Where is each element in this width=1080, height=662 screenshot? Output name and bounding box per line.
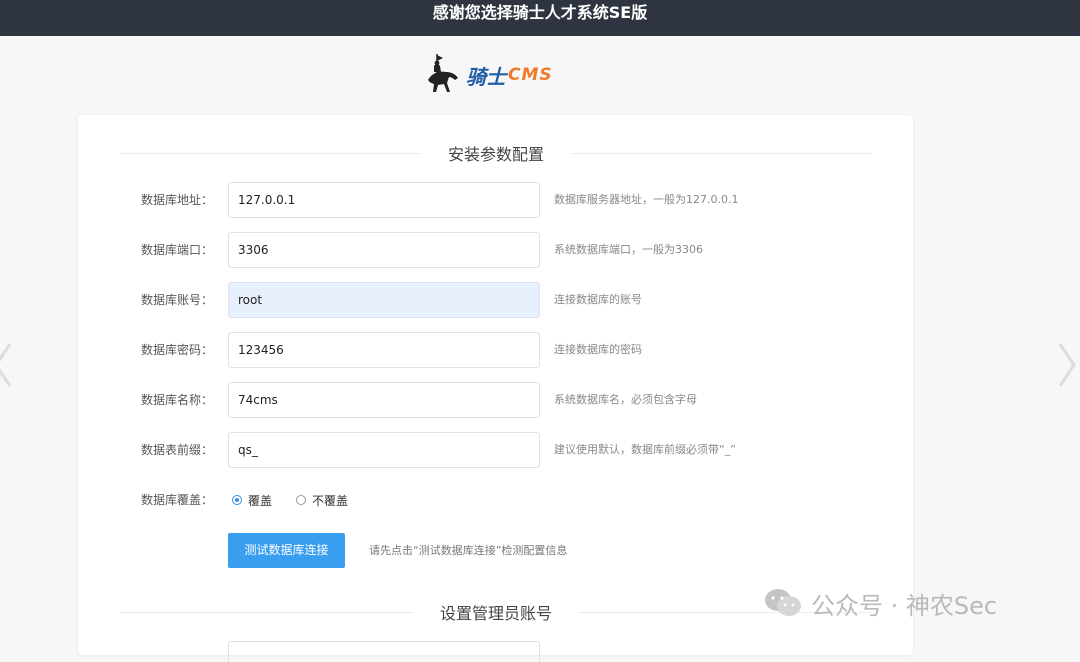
logo-text-cn: 骑士 [466, 64, 506, 89]
field-label: 数据库账号： [140, 293, 213, 307]
prev-arrow-icon[interactable] [0, 340, 18, 390]
install-section-title: 安装参数配置 [448, 145, 545, 164]
field-row-db-password: 数据库密码： 123456 连接数据库的密码 [78, 332, 913, 368]
overwrite-radio-group: 覆盖 不覆盖 [232, 482, 372, 518]
db-host-input[interactable]: 127.0.0.1 [228, 182, 540, 218]
field-label: 数据库端口： [140, 243, 213, 257]
admin-section-header: 设置管理员账号 [120, 600, 873, 624]
knight-logo-icon [428, 54, 458, 92]
divider [570, 152, 873, 154]
db-user-input[interactable]: root [228, 282, 540, 318]
field-row-db-host: 数据库地址： 127.0.0.1 数据库服务器地址，一般为127.0.0.1 [78, 182, 913, 218]
test-db-connection-button[interactable]: 测试数据库连接 [228, 533, 345, 568]
logo: 骑士 CMS [424, 52, 554, 98]
top-banner: 感谢您选择骑士人才系统SE版 [0, 0, 1080, 36]
field-hint: 连接数据库的账号 [554, 293, 642, 306]
radio-label: 覆盖 [248, 493, 273, 508]
table-prefix-input[interactable]: qs_ [228, 432, 540, 468]
field-value: root [238, 293, 263, 307]
db-port-input[interactable]: 3306 [228, 232, 540, 268]
divider [120, 152, 422, 154]
field-value: 74cms [238, 393, 278, 407]
field-value: qs_ [238, 443, 258, 457]
watermark-text: 公众号 · 神农Sec [811, 591, 998, 620]
field-hint: 系统数据库端口，一般为3306 [554, 243, 703, 256]
field-label: 数据库名称： [140, 393, 213, 407]
divider [120, 611, 414, 613]
radio-no-overwrite[interactable]: 不覆盖 [296, 492, 348, 509]
field-row-overwrite: 数据库覆盖： 覆盖 不覆盖 [78, 482, 913, 518]
install-section-header: 安装参数配置 [120, 141, 873, 165]
field-value: 3306 [238, 243, 269, 257]
field-row-db-port: 数据库端口： 3306 系统数据库端口，一般为3306 [78, 232, 913, 268]
field-label: 数据库密码： [140, 343, 213, 357]
field-row-db-user: 数据库账号： root 连接数据库的账号 [78, 282, 913, 318]
watermark: 公众号 · 神农Sec [763, 586, 997, 620]
field-label: 数据表前缀： [140, 443, 213, 457]
radio-unchecked-icon [296, 495, 307, 505]
field-hint: 建议使用默认，数据库前缀必须带“_” [554, 443, 736, 456]
banner-title: 感谢您选择骑士人才系统SE版 [432, 3, 648, 22]
field-row-db-name: 数据库名称： 74cms 系统数据库名，必须包含字母 [78, 382, 913, 418]
radio-checked-icon [232, 495, 242, 505]
radio-overwrite[interactable]: 覆盖 [232, 492, 272, 509]
field-hint: 数据库服务器地址，一般为127.0.0.1 [554, 193, 739, 206]
wechat-icon [765, 589, 801, 616]
admin-username-input[interactable] [228, 641, 540, 662]
field-row-table-prefix: 数据表前缀： qs_ 建议使用默认，数据库前缀必须带“_” [78, 432, 913, 468]
field-value: 127.0.0.1 [238, 193, 296, 207]
db-password-input[interactable]: 123456 [228, 332, 540, 368]
install-card: 安装参数配置 数据库地址： 127.0.0.1 数据库服务器地址，一般为127.… [78, 115, 913, 662]
field-hint: 连接数据库的密码 [554, 343, 642, 356]
test-button-note: 请先点击“测试数据库连接”检测配置信息 [369, 544, 568, 557]
next-arrow-icon[interactable] [1056, 340, 1080, 390]
field-label: 数据库覆盖： [140, 493, 213, 507]
radio-label: 不覆盖 [312, 493, 349, 508]
db-name-input[interactable]: 74cms [228, 382, 540, 418]
logo-text-en: CMS [508, 65, 553, 85]
field-label: 数据库地址： [140, 193, 213, 207]
admin-section-title: 设置管理员账号 [440, 604, 553, 623]
field-value: 123456 [238, 343, 284, 357]
field-hint: 系统数据库名，必须包含字母 [554, 393, 697, 406]
